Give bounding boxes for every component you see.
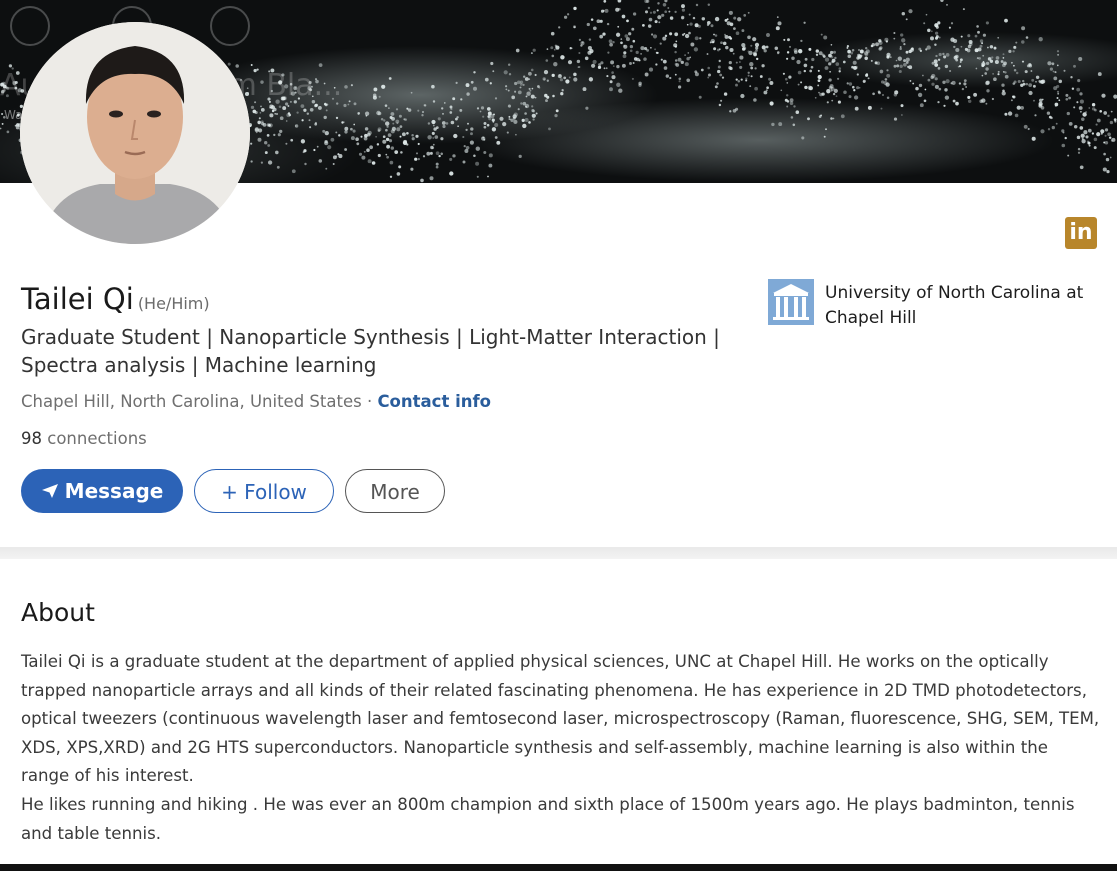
location-text: Chapel Hill, North Carolina, United Stat… [21, 392, 362, 411]
profile-headline: Graduate Student | Nanoparticle Synthesi… [21, 325, 720, 377]
more-button[interactable]: More [345, 469, 445, 513]
connections-count: 98 [21, 429, 42, 448]
message-label: Message [64, 479, 164, 503]
player-forward-icon [210, 6, 250, 46]
about-heading: About [21, 598, 95, 627]
connections-line[interactable]: 98 connections [21, 429, 147, 448]
location-line: Chapel Hill, North Carolina, United Stat… [21, 392, 491, 411]
pronouns: (He/Him) [137, 294, 210, 313]
contact-info-link[interactable]: Contact info [377, 392, 491, 411]
profile-avatar[interactable] [20, 22, 250, 244]
player-back-icon [10, 6, 50, 46]
send-icon [41, 484, 58, 498]
location-separator: · [361, 392, 378, 411]
linkedin-logo: in [1065, 217, 1097, 249]
connections-label: connections [42, 429, 147, 448]
follow-button[interactable]: + Follow [194, 469, 334, 513]
profile-name-line: Tailei Qi (He/Him) [21, 282, 210, 316]
bottom-edge-bar [0, 864, 1117, 871]
about-text: Tailei Qi is a graduate student at the d… [21, 648, 1101, 848]
section-divider [0, 547, 1117, 559]
message-button[interactable]: Message [21, 469, 183, 513]
about-paragraph: Tailei Qi is a graduate student at the d… [21, 652, 1100, 786]
university-logo[interactable] [768, 279, 814, 325]
avatar-photo [20, 22, 250, 244]
profile-name: Tailei Qi [21, 282, 134, 316]
university-name[interactable]: University of North Carolina at Chapel H… [825, 281, 1105, 331]
about-paragraph: He likes running and hiking . He was eve… [21, 794, 1075, 843]
